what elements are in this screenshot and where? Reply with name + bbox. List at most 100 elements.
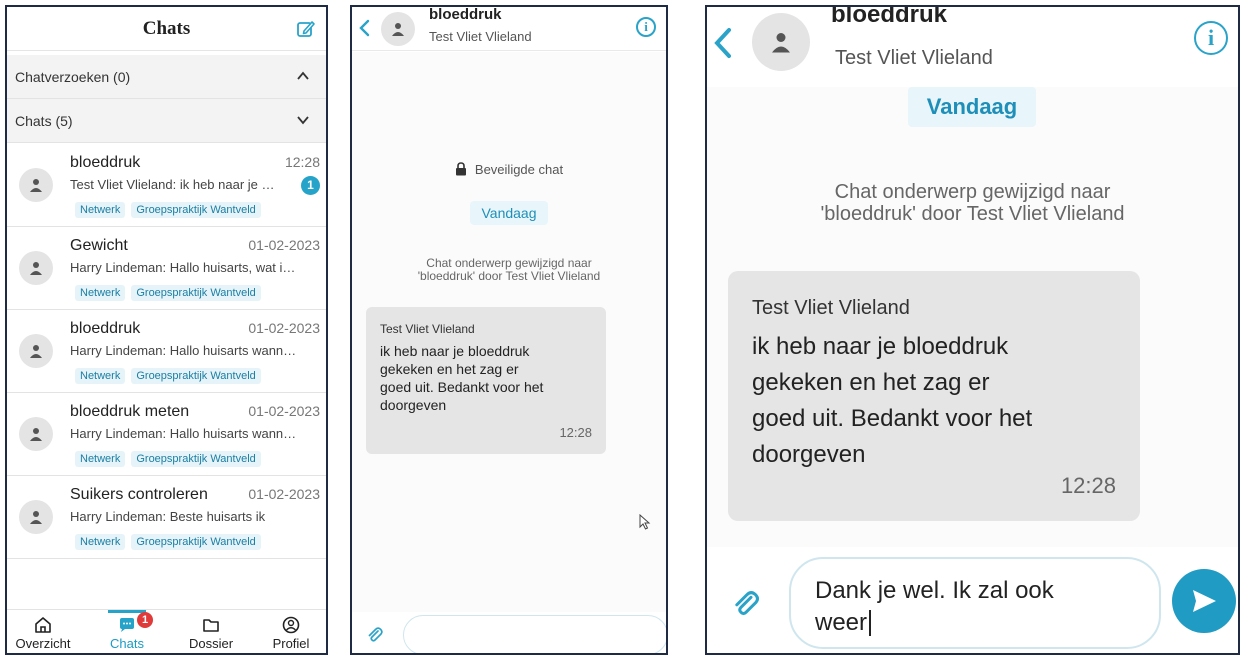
secure-chat-notice: Beveiligde chat xyxy=(352,162,666,177)
message-line: ik heb naar je bloeddruk xyxy=(380,343,530,359)
message-sender: Test Vliet Vlieland xyxy=(380,322,475,336)
chat-requests-section[interactable]: Chatverzoeken (0) xyxy=(7,55,326,99)
system-message-line: Chat onderwerp gewijzigd naar xyxy=(834,181,1111,203)
tab-dossier-label: Dossier xyxy=(188,636,234,651)
avatar xyxy=(752,13,810,71)
avatar xyxy=(19,251,53,285)
tag-practice: Groepspraktijk Wantveld xyxy=(131,368,261,384)
chat-preview: Harry Lindeman: Beste huisarts ik xyxy=(70,509,266,524)
screenshot-collage: Chats Chatverzoeken (0) Chats (5) bloedd… xyxy=(0,0,1245,659)
message-line: gekeken en het zag er xyxy=(752,369,990,396)
cursor-icon xyxy=(639,514,651,530)
message-line: goed uit. Bedankt voor het xyxy=(380,379,544,395)
conversation-screen: bloeddruk Test Vliet Vlieland i Beveilig… xyxy=(350,5,668,655)
message-line: gekeken en het zag er xyxy=(380,361,519,377)
tag-practice: Groepspraktijk Wantveld xyxy=(131,534,261,550)
system-message: Chat onderwerp gewijzigd naar 'bloeddruk… xyxy=(707,181,1238,225)
avatar xyxy=(19,168,53,202)
draft-line: Dank je wel. Ik zal ook xyxy=(815,577,1054,604)
back-icon[interactable] xyxy=(358,19,370,37)
avatar xyxy=(381,12,415,46)
paperclip-icon[interactable] xyxy=(366,626,384,644)
chat-name: Suikers controleren xyxy=(70,486,208,503)
chat-name: bloeddruk xyxy=(70,154,141,171)
tab-chats-label: Chats xyxy=(110,636,144,651)
message-time: 12:28 xyxy=(559,425,592,440)
chat-preview: Test Vliet Vlieland: ik heb naar je bloe… xyxy=(70,177,280,192)
list-item[interactable]: bloeddruk 01-02-2023 Harry Lindeman: Hal… xyxy=(7,310,326,393)
conversation-title: bloeddruk xyxy=(831,5,948,28)
user-icon xyxy=(392,23,404,36)
text-caret xyxy=(869,610,872,636)
chat-tags: Netwerk Groepspraktijk Wantveld xyxy=(75,451,261,467)
message-line: goed uit. Bedankt voor het xyxy=(752,405,1033,432)
tag-practice: Groepspraktijk Wantveld xyxy=(131,451,261,467)
chat-preview: Harry Lindeman: Hallo huisarts, wat is m… xyxy=(70,260,300,275)
tab-dossier[interactable]: Dossier xyxy=(175,610,247,653)
date-pill: Vandaag xyxy=(470,201,548,225)
back-icon[interactable] xyxy=(713,27,733,59)
message-input[interactable] xyxy=(403,615,666,653)
chat-time: 12:28 xyxy=(284,154,320,170)
user-icon xyxy=(30,345,42,358)
info-icon[interactable]: i xyxy=(1194,21,1228,55)
chat-tags: Netwerk Groepspraktijk Wantveld xyxy=(75,285,261,301)
avatar xyxy=(19,334,53,368)
message-area: Beveiligde chat Vandaag Chat onderwerp g… xyxy=(352,52,666,612)
message-text: ik heb naar je bloeddruk gekeken en het … xyxy=(752,329,1032,473)
list-item[interactable]: Suikers controleren 01-02-2023 Harry Lin… xyxy=(7,476,326,559)
message-line: doorgeven xyxy=(380,397,447,413)
chevron-up-icon xyxy=(297,71,309,80)
tab-overview-label: Overzicht xyxy=(15,636,71,651)
tag-network: Netwerk xyxy=(75,202,126,218)
chat-time: 01-02-2023 xyxy=(248,403,320,419)
conversation-zoom-screen: bloeddruk Test Vliet Vlieland i Vandaag … xyxy=(705,5,1240,655)
tag-network: Netwerk xyxy=(75,451,126,467)
chat-time: 01-02-2023 xyxy=(248,486,320,502)
secure-chat-label: Beveiligde chat xyxy=(474,162,564,177)
chat-bubble-icon xyxy=(120,618,134,632)
unread-badge: 1 xyxy=(301,176,320,195)
chats-section[interactable]: Chats (5) xyxy=(7,99,326,143)
edit-icon[interactable] xyxy=(296,19,316,39)
send-icon xyxy=(1193,590,1216,612)
message-composer xyxy=(352,612,666,653)
draft-line: weer xyxy=(815,609,868,636)
conversation-header: bloeddruk Test Vliet Vlieland i xyxy=(707,7,1238,87)
chat-name: Gewicht xyxy=(70,237,128,254)
info-icon[interactable]: i xyxy=(636,17,656,37)
chats-section-label: Chats (5) xyxy=(15,113,73,129)
user-icon xyxy=(30,179,42,192)
chat-tags: Netwerk Groepspraktijk Wantveld xyxy=(75,534,261,550)
list-item[interactable]: Gewicht 01-02-2023 Harry Lindeman: Hallo… xyxy=(7,227,326,310)
home-icon xyxy=(35,617,51,633)
tab-profile-label: Profiel xyxy=(272,636,310,651)
paperclip-icon[interactable] xyxy=(731,589,761,619)
user-icon xyxy=(30,262,42,275)
chat-time: 01-02-2023 xyxy=(248,320,320,336)
send-button[interactable] xyxy=(1172,569,1236,633)
chat-name: bloeddruk meten xyxy=(70,403,190,420)
chat-name: bloeddruk xyxy=(70,320,141,337)
system-message-line: 'bloeddruk' door Test Vliet Vlieland xyxy=(417,269,601,283)
tag-practice: Groepspraktijk Wantveld xyxy=(131,285,261,301)
chat-preview: Harry Lindeman: Hallo huisarts wanneer k… xyxy=(70,343,300,358)
folder-icon xyxy=(203,619,219,632)
message-text: ik heb naar je bloeddruk gekeken en het … xyxy=(380,342,543,414)
chat-list-header: Chats xyxy=(7,7,326,51)
tab-profile[interactable]: Profiel xyxy=(255,610,326,653)
tag-network: Netwerk xyxy=(75,285,126,301)
tag-network: Netwerk xyxy=(75,368,126,384)
user-icon xyxy=(772,33,790,53)
list-item[interactable]: bloeddruk 12:28 Test Vliet Vlieland: ik … xyxy=(7,144,326,227)
tab-overview[interactable]: Overzicht xyxy=(7,610,79,653)
message-input[interactable]: Dank je wel. Ik zal ook weer xyxy=(789,557,1161,649)
conversation-title: bloeddruk xyxy=(429,6,502,23)
message-bubble[interactable]: Test Vliet Vlieland ik heb naar je bloed… xyxy=(366,307,606,454)
system-message-line: 'bloeddruk' door Test Vliet Vlieland xyxy=(820,203,1125,225)
chat-list-screen: Chats Chatverzoeken (0) Chats (5) bloedd… xyxy=(5,5,328,655)
chevron-down-icon xyxy=(297,116,309,125)
list-item[interactable]: bloeddruk meten 01-02-2023 Harry Lindema… xyxy=(7,393,326,476)
tag-network: Netwerk xyxy=(75,534,126,550)
message-bubble[interactable]: Test Vliet Vlieland ik heb naar je bloed… xyxy=(728,271,1140,521)
